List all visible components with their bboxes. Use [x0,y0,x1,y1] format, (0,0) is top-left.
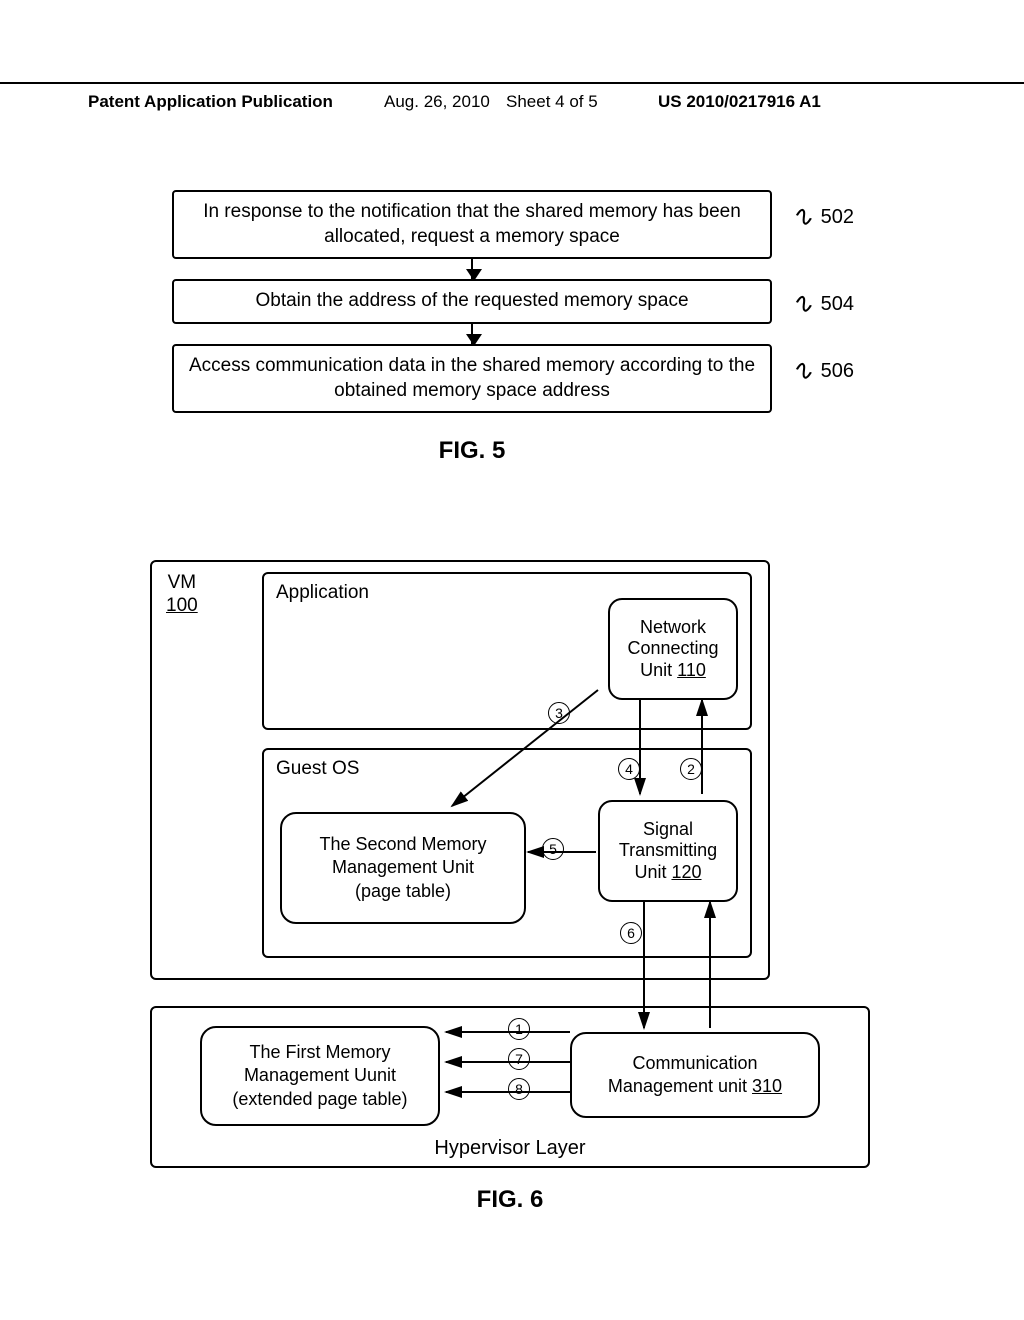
publication-number: US 2010/0217916 A1 [658,92,821,112]
step-number-8: 8 [508,1078,530,1100]
publication-date: Aug. 26, 2010 [384,92,490,112]
communication-mgmt-unit: Communication Management unit 310 [570,1032,820,1118]
application-layer: Application Network Connecting Unit 110 [262,572,752,730]
step-text: Obtain the address of the requested memo… [255,290,688,311]
page-header: Patent Application Publication Aug. 26, … [0,82,1024,90]
second-memory-mgmt-unit: The Second Memory Management Unit (page … [280,812,526,924]
step-number-6: 6 [620,922,642,944]
vm-container: VM 100 Application Network Connecting Un… [150,560,770,980]
step-box-504: Obtain the address of the requested memo… [172,279,772,324]
leader-icon: ∿ [788,197,820,236]
figure-5-caption: FIG. 5 [172,437,772,465]
ref-506: ∿ 506 [793,354,854,388]
application-label: Application [276,582,369,604]
hypervisor-label: Hypervisor Layer [152,1137,868,1160]
step-number-3: 3 [548,702,570,724]
step-number-2: 2 [680,758,702,780]
step-number-7: 7 [508,1048,530,1070]
leader-icon: ∿ [788,351,820,390]
publication-label: Patent Application Publication [88,92,333,112]
figure-6-caption: FIG. 6 [150,1186,870,1214]
step-text: In response to the notification that the… [203,201,741,247]
arrow-icon [471,259,473,279]
guest-os-label: Guest OS [276,758,359,780]
guest-os-layer: Guest OS The Second Memory Management Un… [262,748,752,958]
leader-icon: ∿ [788,285,820,324]
signal-transmitting-unit: Signal Transmitting Unit 120 [598,800,738,902]
network-connecting-unit: Network Connecting Unit 110 [608,598,738,700]
first-memory-mgmt-unit: The First Memory Management Uunit (exten… [200,1026,440,1126]
sheet-number: Sheet 4 of 5 [506,92,598,112]
step-number-5: 5 [542,838,564,860]
step-text: Access communication data in the shared … [189,355,755,401]
ref-502: ∿ 502 [793,200,854,234]
vm-label: VM 100 [166,572,198,618]
step-number-1: 1 [508,1018,530,1040]
arrow-icon [471,324,473,344]
figure-5: In response to the notification that the… [172,190,772,465]
figure-6: VM 100 Application Network Connecting Un… [150,560,870,1214]
vm-id: 100 [166,595,198,616]
step-box-506: Access communication data in the shared … [172,344,772,413]
step-box-502: In response to the notification that the… [172,190,772,259]
step-number-4: 4 [618,758,640,780]
ref-504: ∿ 504 [793,287,854,321]
